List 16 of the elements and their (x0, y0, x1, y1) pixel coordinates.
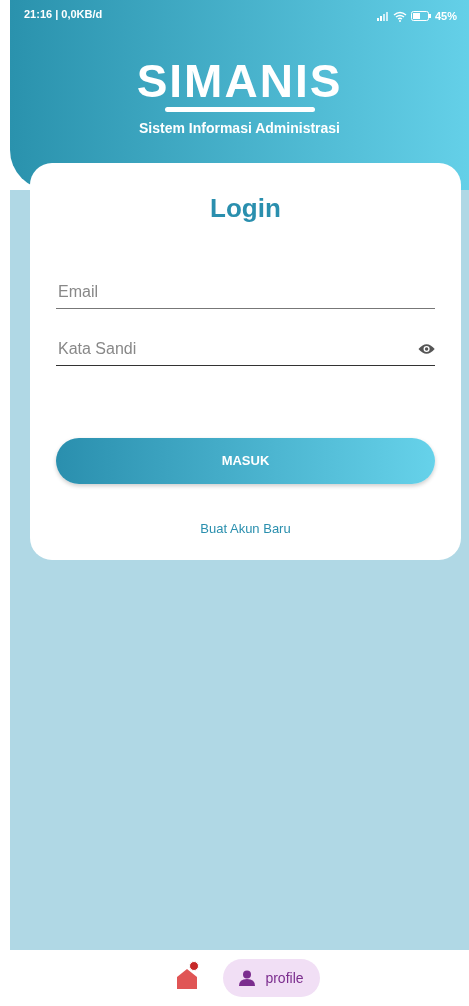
home-icon (175, 967, 200, 989)
status-time: 21:16 | 0,0KB/d (24, 7, 103, 22)
email-field[interactable]: Email (56, 276, 435, 309)
battery-level: 45% (434, 8, 457, 24)
password-field[interactable]: Kata Sandi (56, 333, 418, 365)
show-password-icon[interactable] (417, 343, 435, 355)
login-button[interactable]: MASUK (56, 438, 435, 484)
app-subtitle: Sistem Informasi Administrasi (138, 119, 341, 138)
register-link[interactable]: Buat Akun Baru (200, 521, 291, 536)
wifi-icon (392, 10, 407, 22)
battery-icon (410, 11, 431, 21)
login-title: Login (209, 192, 282, 225)
profile-tab[interactable]: profile (223, 959, 320, 997)
person-icon (239, 970, 256, 986)
app-logo: SIMANIS (135, 58, 344, 104)
signal-icon (376, 11, 389, 21)
